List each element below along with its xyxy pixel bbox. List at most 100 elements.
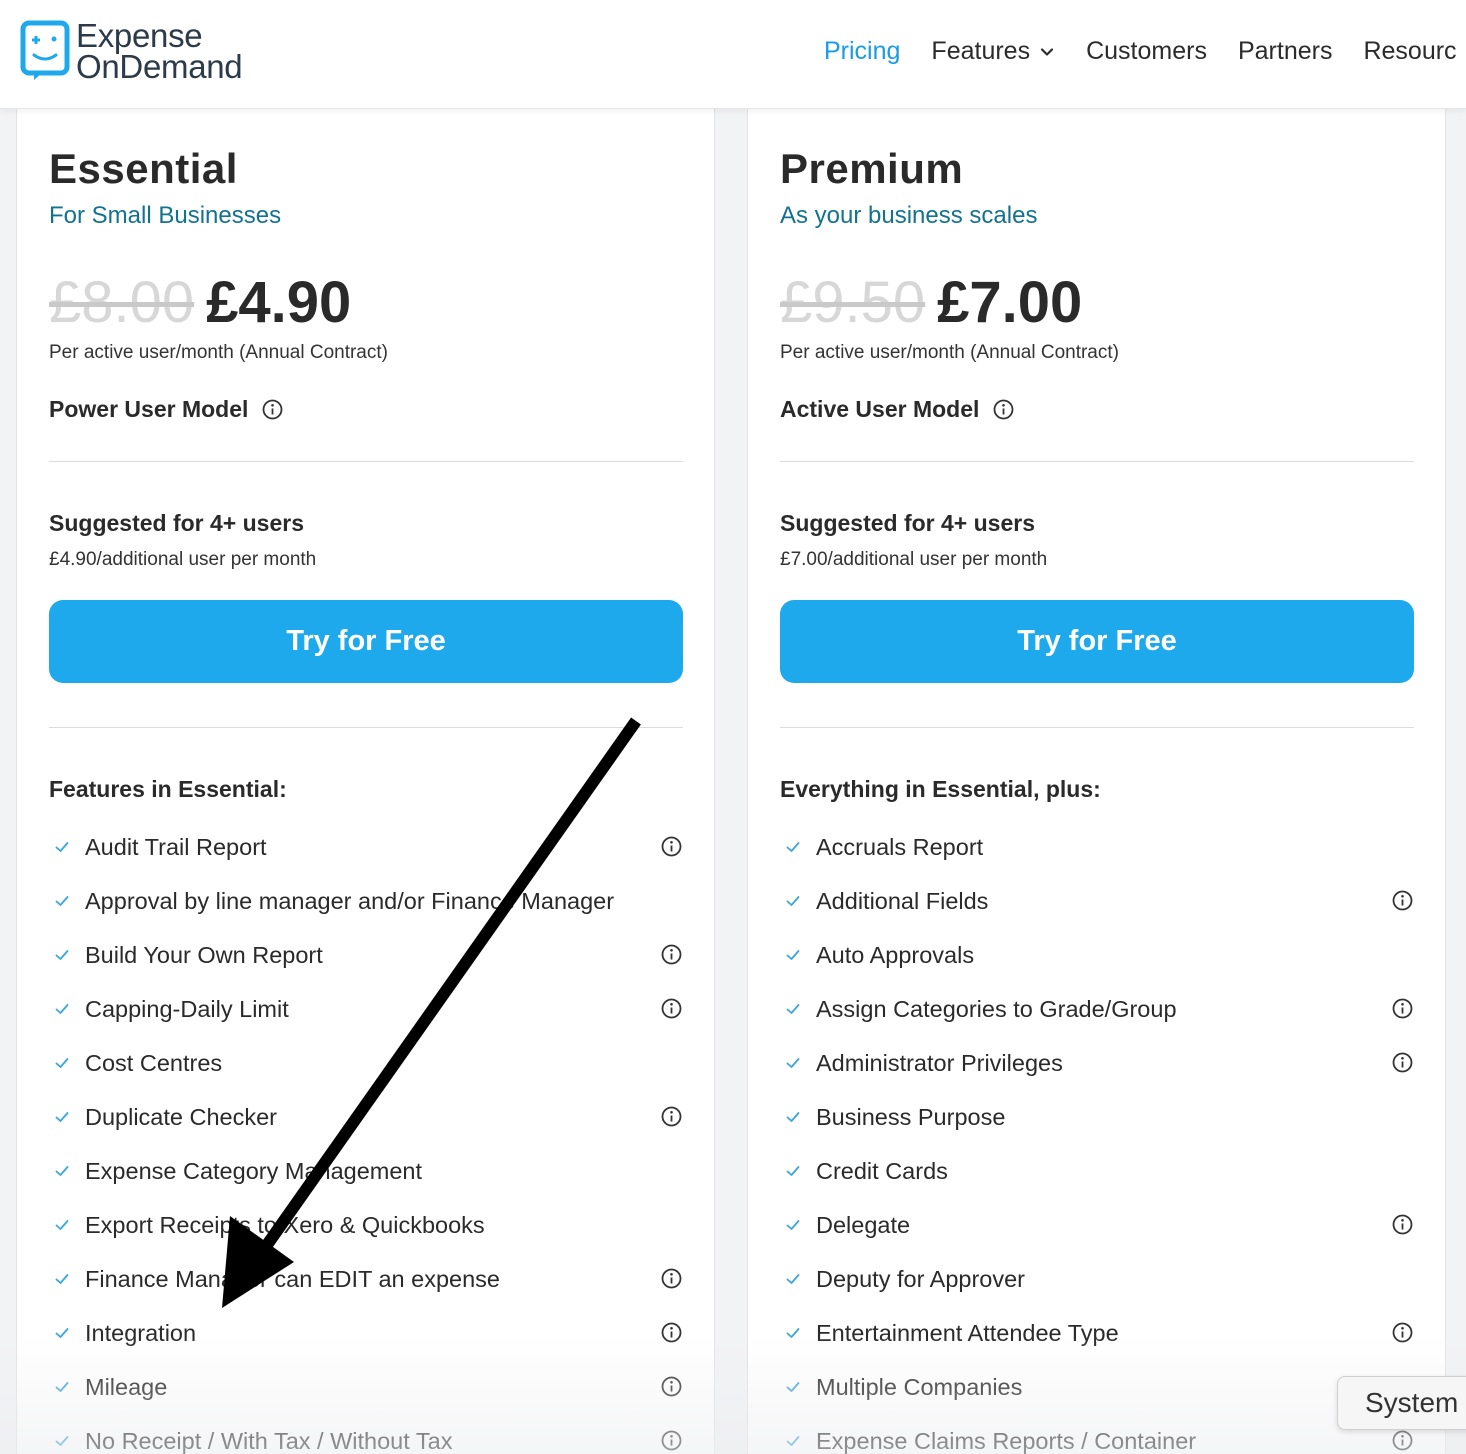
info-circle-icon[interactable] (993, 399, 1014, 420)
check-icon (786, 1112, 800, 1122)
plan-card-premium: Premium As your business scales £9.50 £7… (747, 109, 1446, 1454)
feature-label: Finance Manager can EDIT an expense (85, 1265, 500, 1292)
feature-item: Mileage (49, 1360, 683, 1414)
pricing-model: Active User Model (780, 396, 1014, 423)
price-row: £8.00 £4.90 (49, 269, 351, 336)
info-circle-icon[interactable] (661, 1106, 682, 1127)
feature-label: Duplicate Checker (85, 1103, 278, 1130)
info-circle-icon[interactable] (661, 1322, 682, 1343)
price-note: Per active user/month (Annual Contract) (49, 342, 388, 363)
check-icon (786, 1220, 800, 1230)
plan-card-essential: Essential For Small Businesses £8.00 £4.… (16, 109, 715, 1454)
additional-user-price: £4.90/additional user per month (49, 549, 317, 570)
feature-item: Entertainment Attendee Type (780, 1306, 1414, 1360)
new-price: £7.00 (937, 270, 1083, 335)
check-icon (55, 1220, 69, 1230)
feature-item: Expense Claims Reports / Container (780, 1414, 1414, 1454)
logo-line1: Expense (76, 17, 203, 54)
feature-item: Assign Categories to Grade/Group (780, 982, 1414, 1036)
check-icon (55, 950, 69, 960)
new-price: £4.90 (206, 270, 352, 335)
check-icon (786, 896, 800, 906)
plan-subtitle: As your business scales (780, 202, 1038, 229)
check-icon (786, 1328, 800, 1338)
info-circle-icon[interactable] (661, 1430, 682, 1451)
info-circle-icon[interactable] (1392, 1322, 1413, 1343)
feature-label: Multiple Companies (816, 1373, 1023, 1400)
nav-customers[interactable]: Customers (1086, 37, 1207, 66)
feature-label: Expense Category Management (85, 1157, 423, 1184)
check-icon (786, 1058, 800, 1068)
info-circle-icon[interactable] (1392, 1214, 1413, 1235)
feature-item: Additional Fields (780, 874, 1414, 928)
feature-item: Administrator Privileges (780, 1036, 1414, 1090)
feature-list: Accruals Report Additional Fields Auto App… (780, 820, 1414, 1454)
nav-pricing[interactable]: Pricing (824, 37, 900, 66)
feature-label: Additional Fields (816, 887, 989, 914)
check-icon (786, 1166, 800, 1176)
feature-list: Audit Trail Report Approval by line manag… (49, 820, 683, 1454)
info-circle-icon[interactable] (661, 1268, 682, 1289)
divider (49, 461, 683, 462)
feature-item: Cost Centres (49, 1036, 683, 1090)
nav-features-label: Features (931, 37, 1031, 65)
nav-partners[interactable]: Partners (1238, 37, 1332, 66)
check-icon (55, 896, 69, 906)
try-for-free-button[interactable]: Try for Free (49, 600, 683, 683)
suggested-users: Suggested for 4+ users (49, 510, 304, 536)
nav-features[interactable]: Features (931, 37, 1055, 66)
feature-item: Expense Category Management (49, 1144, 683, 1198)
check-icon (55, 1112, 69, 1122)
feature-label: Deputy for Approver (816, 1265, 1025, 1292)
feature-item: Build Your Own Report (49, 928, 683, 982)
check-icon (55, 1436, 69, 1446)
feature-label: Mileage (85, 1373, 168, 1400)
feature-item: Delegate (780, 1198, 1414, 1252)
info-circle-icon[interactable] (1392, 1052, 1413, 1073)
try-for-free-button[interactable]: Try for Free (780, 600, 1414, 683)
check-icon (55, 1004, 69, 1014)
additional-user-price: £7.00/additional user per month (780, 549, 1048, 570)
feature-label: Export Receipts to Xero & Quickbooks (85, 1211, 485, 1238)
price-row: £9.50 £7.00 (780, 269, 1082, 336)
feature-item: Capping-Daily Limit (49, 982, 683, 1036)
info-circle-icon[interactable] (661, 998, 682, 1019)
feature-item: Audit Trail Report (49, 820, 683, 874)
site-header: Expense OnDemand Pricing Features Custom… (0, 0, 1466, 109)
feature-label: No Receipt / With Tax / Without Tax (85, 1427, 453, 1454)
feature-item: No Receipt / With Tax / Without Tax (49, 1414, 683, 1454)
plan-title: Essential (49, 145, 238, 192)
feature-label: Business Purpose (816, 1103, 1006, 1130)
check-icon (55, 842, 69, 852)
feature-item: Auto Approvals (780, 928, 1414, 982)
system-button[interactable]: System (1337, 1376, 1466, 1430)
info-circle-icon[interactable] (661, 944, 682, 965)
info-circle-icon[interactable] (262, 399, 283, 420)
features-heading: Everything in Essential, plus: (780, 776, 1101, 802)
chat-bubble-logo-icon (20, 20, 70, 82)
feature-label: Capping-Daily Limit (85, 995, 289, 1022)
feature-label: Cost Centres (85, 1049, 223, 1076)
old-price: £9.50 (780, 270, 926, 335)
feature-label: Administrator Privileges (816, 1049, 1063, 1076)
old-price: £8.00 (49, 270, 195, 335)
check-icon (786, 950, 800, 960)
pricing-model-label: Active User Model (780, 396, 980, 422)
feature-label: Accruals Report (816, 833, 984, 860)
logo[interactable]: Expense OnDemand (20, 17, 243, 83)
feature-label: Integration (85, 1319, 197, 1346)
info-circle-icon[interactable] (661, 1376, 682, 1397)
feature-label: Approval by line manager and/or Finance … (85, 887, 615, 914)
info-circle-icon[interactable] (1392, 1430, 1413, 1451)
feature-item: Credit Cards (780, 1144, 1414, 1198)
info-circle-icon[interactable] (1392, 890, 1413, 911)
info-circle-icon[interactable] (661, 836, 682, 857)
info-circle-icon[interactable] (1392, 998, 1413, 1019)
pricing-model: Power User Model (49, 396, 283, 423)
feature-label: Assign Categories to Grade/Group (816, 995, 1177, 1022)
check-icon (55, 1382, 69, 1392)
feature-label: Credit Cards (816, 1157, 948, 1184)
feature-item: Approval by line manager and/or Finance … (49, 874, 683, 928)
nav-resources[interactable]: Resourc (1363, 37, 1456, 66)
check-icon (55, 1274, 69, 1284)
